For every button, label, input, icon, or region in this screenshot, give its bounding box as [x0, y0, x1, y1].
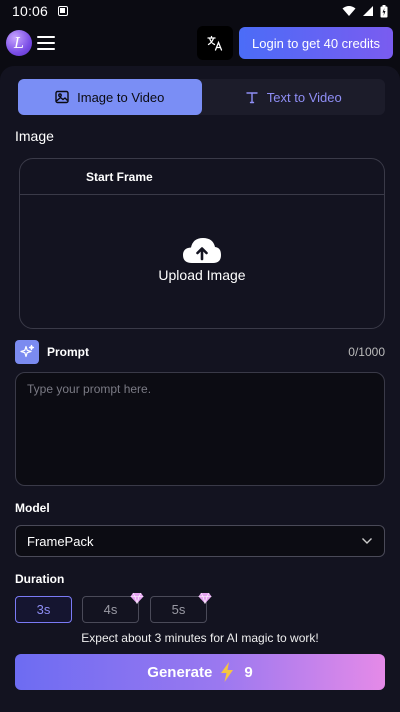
generate-label: Generate [147, 663, 213, 681]
status-icons [342, 4, 388, 18]
image-section-label: Image [15, 128, 54, 144]
generator-panel: Image to Video Text to Video Image Start… [0, 66, 400, 712]
duration-option-label: 3s [36, 602, 51, 617]
tab-label: Text to Video [266, 89, 342, 105]
tab-text-to-video[interactable]: Text to Video [202, 79, 386, 115]
image-icon [55, 90, 69, 104]
duration-label: Duration [15, 572, 65, 586]
tab-image-to-video[interactable]: Image to Video [18, 79, 202, 115]
login-button[interactable]: Login to get 40 credits [239, 27, 393, 59]
duration-option-5s[interactable]: 5s [150, 592, 212, 623]
start-frame-label: Start Frame [20, 159, 384, 195]
premium-gem-icon [198, 592, 212, 604]
generate-credit-cost: 9 [244, 663, 253, 681]
duration-option-label: 5s [171, 602, 186, 617]
upload-image-label: Upload Image [158, 267, 246, 283]
language-button[interactable] [197, 26, 233, 60]
upload-dropzone[interactable]: Upload Image [20, 235, 384, 283]
battery-icon [380, 4, 388, 17]
duration-option-3s[interactable]: 3s [15, 596, 72, 623]
notification-icon [58, 6, 69, 16]
sparkle-icon [15, 340, 39, 364]
status-time: 10:06 [12, 3, 49, 19]
model-selected-value: FramePack [27, 533, 94, 549]
signal-icon [363, 6, 373, 16]
duration-option-4s[interactable]: 4s [82, 592, 144, 623]
upload-cloud-icon [183, 238, 221, 263]
model-label: Model [15, 501, 50, 515]
prompt-char-counter: 0/1000 [348, 345, 385, 359]
lightning-icon [221, 662, 234, 682]
duration-option-label: 4s [103, 602, 118, 617]
start-frame-upload[interactable]: Start Frame Upload Image [19, 158, 385, 329]
prompt-label: Prompt [47, 345, 89, 359]
prompt-header: Prompt 0/1000 [15, 340, 385, 364]
tab-label: Image to Video [77, 89, 165, 105]
translate-icon [207, 35, 223, 51]
model-select[interactable]: FramePack [15, 525, 385, 557]
prompt-input[interactable] [15, 372, 385, 486]
mode-tabs: Image to Video Text to Video [18, 79, 385, 115]
premium-gem-icon [130, 592, 144, 604]
status-bar: 10:06 [0, 0, 400, 22]
menu-icon[interactable] [37, 36, 55, 50]
app-logo[interactable]: L [6, 30, 32, 56]
wifi-icon [342, 6, 356, 16]
logo-letter: L [14, 34, 24, 52]
chevron-down-icon [362, 538, 372, 544]
app-header: L Login to get 40 credits [0, 22, 400, 64]
generate-button[interactable]: Generate 9 [15, 654, 385, 690]
text-icon [246, 92, 258, 104]
processing-time-hint: Expect about 3 minutes for AI magic to w… [81, 631, 319, 645]
